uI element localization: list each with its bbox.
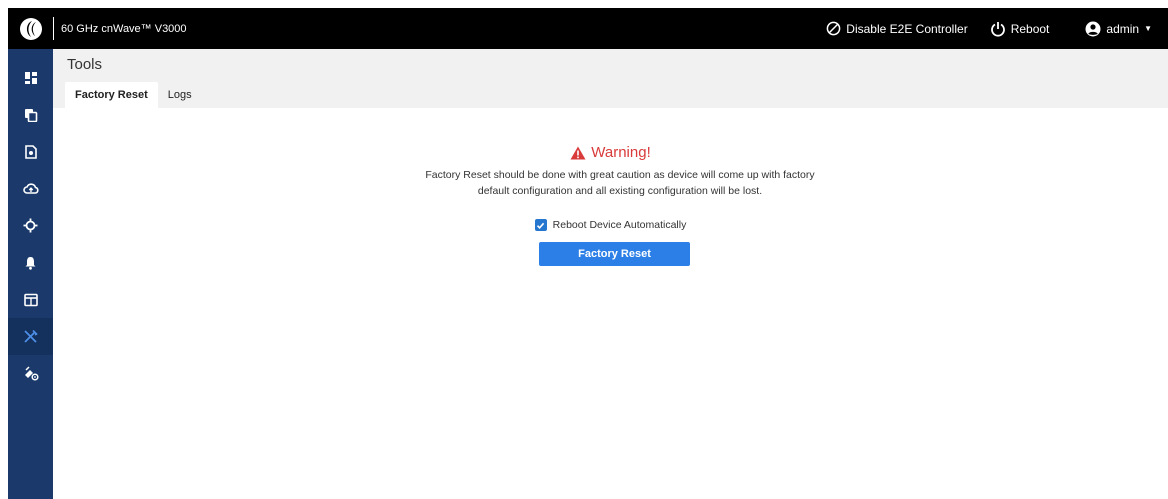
copy-icon [24,108,37,122]
logo-icon [19,17,42,40]
user-label: admin [1106,21,1140,36]
warning-title: Warning! [591,144,651,161]
warning-triangle-icon [570,146,586,159]
warning-message: Factory Reset should be done with great … [410,167,830,199]
page-title: Tools [67,56,103,73]
tab-factory-reset[interactable]: Factory Reset [65,82,158,108]
user-menu[interactable]: admin ▼ [1085,8,1152,49]
sidebar-item-file-settings[interactable] [8,133,53,170]
factory-reset-button[interactable]: Factory Reset [539,242,690,266]
table-icon [23,293,38,306]
cloud-upload-icon [22,182,39,194]
caret-down-icon: ▼ [1144,24,1152,33]
sidebar-item-alignment[interactable] [8,207,53,244]
prohibited-icon [826,21,841,36]
user-circle-icon [1085,21,1101,36]
power-icon [990,21,1005,37]
reboot-option: Reboot Device Automatically [53,219,1168,231]
app-frame: 60 GHz cnWave™ V3000 Disable E2E Control… [8,8,1168,499]
sidebar-item-cloud[interactable] [8,170,53,207]
satellite-settings-icon [24,366,39,381]
reboot-checkbox-label[interactable]: Reboot Device Automatically [553,219,687,231]
dashboard-icon [24,71,37,84]
warning-line-1: Factory Reset should be done with great … [425,169,815,181]
file-settings-icon [24,144,37,159]
sidebar-item-tools[interactable] [8,318,53,355]
sidebar-item-satellite[interactable] [8,355,53,392]
main-content: Tools Factory Reset Logs Warning! Factor… [53,49,1168,499]
tools-icon [24,329,38,343]
sidebar-item-dashboard[interactable] [8,59,53,96]
reboot-button[interactable]: Reboot [990,8,1050,49]
warning-heading: Warning! [53,144,1168,161]
warning-line-2: default configuration and all existing c… [477,185,763,197]
product-name: 60 GHz cnWave™ V3000 [61,22,187,35]
crosshair-icon [23,218,38,233]
page-header: Tools Factory Reset Logs [53,49,1168,108]
reboot-label: Reboot [1010,21,1050,36]
disable-e2e-controller-button[interactable]: Disable E2E Controller [826,8,968,49]
reboot-checkbox[interactable] [534,219,547,231]
tab-logs[interactable]: Logs [158,82,202,108]
top-bar: 60 GHz cnWave™ V3000 Disable E2E Control… [8,8,1168,49]
cambium-logo[interactable] [8,8,53,49]
sidebar-item-alarms[interactable] [8,244,53,281]
top-actions: Disable E2E Controller Reboot admin ▼ [826,8,1168,49]
disable-e2e-label: Disable E2E Controller [846,21,968,36]
check-icon [537,222,545,229]
sidebar-item-copy[interactable] [8,96,53,133]
logo-divider [53,17,54,40]
bell-icon [25,256,36,270]
sidebar-item-table[interactable] [8,281,53,318]
sidebar [8,49,53,499]
tab-bar: Factory Reset Logs [65,82,202,108]
